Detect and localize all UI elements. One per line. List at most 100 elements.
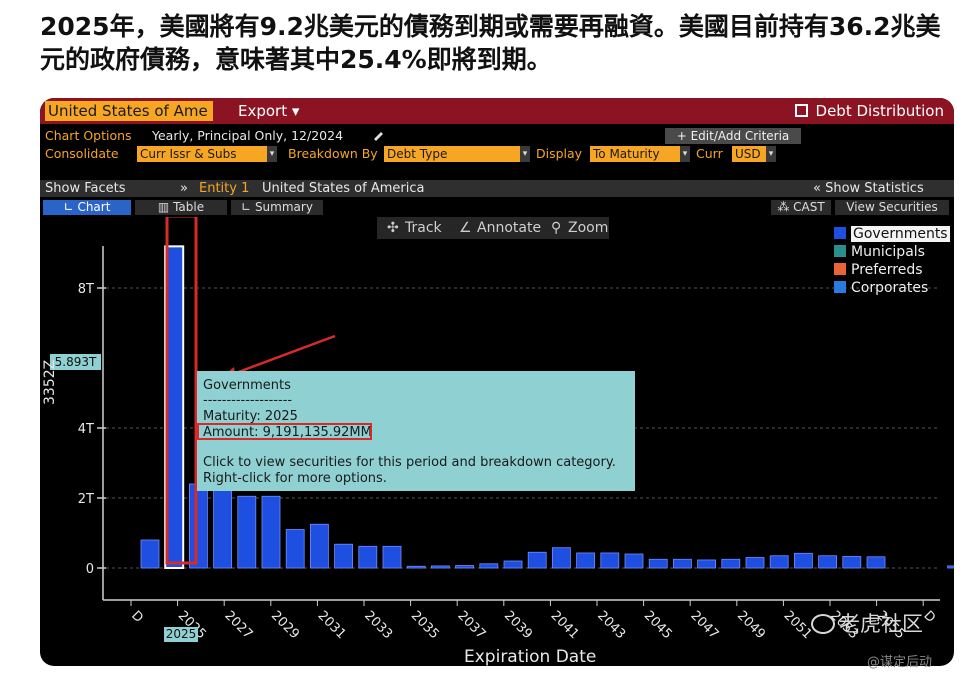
bar-D[interactable] (140, 539, 160, 569)
security-field[interactable]: United States of Ame (45, 101, 213, 121)
bar-2039[interactable] (503, 560, 523, 569)
legend-governments[interactable]: Governments (834, 225, 950, 243)
bar-2046[interactable] (673, 558, 692, 569)
chevron-down-icon: ▾ (766, 146, 776, 162)
display-dropdown[interactable]: To Maturity ▾ (590, 146, 690, 162)
debt-distribution-label: Debt Distribution (815, 102, 944, 120)
x-tick-label: 2035 (408, 608, 442, 642)
y-tick-label: 4T (78, 422, 94, 437)
legend-corporates[interactable]: Corporates (834, 279, 928, 297)
bar-2036[interactable] (430, 565, 450, 569)
show-facets-button[interactable]: Show Facets (45, 181, 125, 197)
bar-tooltip[interactable]: Governments ------------------- Maturity… (197, 371, 635, 491)
bar-2052[interactable] (818, 555, 837, 569)
bar-2032[interactable] (334, 543, 354, 569)
currency-dropdown[interactable]: USD ▾ (732, 146, 776, 162)
x-tick-label: 2039 (501, 608, 535, 642)
view-securities-button[interactable]: View Securities (835, 200, 949, 215)
entity-value: United States of America (262, 181, 425, 196)
bar-2037[interactable] (455, 565, 475, 569)
bar-2033[interactable] (358, 545, 378, 569)
bar-2044[interactable] (624, 553, 644, 569)
legend-swatch (834, 263, 846, 275)
y-tick-label: 8T (78, 282, 94, 297)
chevron-down-icon: ▾ (267, 146, 277, 162)
tab-table[interactable]: ▥ Table (135, 200, 227, 215)
curr-label: Curr (696, 146, 723, 161)
debt-distribution-title[interactable]: Debt Distribution (794, 101, 944, 121)
x-tick-label: 2043 (594, 608, 628, 642)
breakdown-label: Breakdown By (288, 146, 378, 161)
x-tick-label: 2033 (361, 608, 395, 642)
consolidate-value: Curr Issr & Subs (140, 147, 237, 161)
pen-icon[interactable]: ∠ (459, 217, 472, 239)
consolidate-dropdown[interactable]: Curr Issr & Subs ▾ (137, 146, 277, 162)
chart-options-value[interactable]: Yearly, Principal Only, 12/2024 (152, 128, 343, 144)
cast-icon: ⁂ (777, 200, 794, 214)
edit-criteria-button[interactable]: + Edit/Add Criteria (665, 128, 801, 144)
legend-municipals[interactable]: Municipals (834, 243, 925, 261)
bar-2048[interactable] (721, 558, 741, 569)
zoom-icon[interactable]: ⚲ (551, 217, 561, 239)
export-button[interactable]: Export ▾ (238, 101, 299, 121)
bar-2030[interactable] (285, 529, 305, 569)
legend: Governments Municipals Preferreds Corpor… (834, 225, 950, 301)
headline: 2025年，美國將有9.2兆美元的債務到期或需要再融資。美國目前持有36.2兆美… (40, 12, 941, 74)
legend-label: Preferreds (851, 262, 923, 278)
breakdown-dropdown[interactable]: Debt Type ▾ (384, 146, 530, 162)
track-tool[interactable]: Track (405, 217, 442, 239)
bar-2029[interactable] (261, 495, 281, 569)
bar-2035[interactable] (406, 565, 426, 569)
bar-2041[interactable] (552, 547, 571, 569)
cast-label: CAST (793, 200, 825, 214)
show-statistics-button[interactable]: « Show Statistics (813, 181, 924, 197)
pencil-icon[interactable] (372, 129, 384, 141)
bar-2038[interactable] (479, 563, 499, 569)
bar-2027[interactable] (213, 487, 233, 569)
credit: @谋定后动 (867, 655, 933, 670)
x-tick-label: 2037 (454, 608, 488, 642)
x-tick-label: 2047 (687, 608, 721, 642)
x-tick-label: D (128, 608, 146, 626)
display-label: Display (536, 146, 583, 161)
tab-summary[interactable]: ∟ Summary (231, 200, 323, 215)
x-tick-label: 2029 (268, 608, 302, 642)
x-tick-label: 2031 (315, 608, 349, 642)
tiger-logo-icon (811, 614, 835, 634)
chevron-down-icon: ▾ (520, 146, 530, 162)
bar-2040[interactable] (527, 551, 547, 569)
y-axis-label: 3352Z (42, 359, 58, 405)
annotate-tool[interactable]: Annotate (477, 217, 541, 239)
bar-2045[interactable] (648, 558, 668, 569)
chart-tab-icon: ∟ (63, 200, 78, 214)
bloomberg-terminal: United States of Ame Export ▾ Debt Distr… (40, 98, 954, 666)
bar-2049[interactable] (745, 557, 765, 569)
x-tick-label: 2051 (781, 608, 815, 642)
legend-swatch (834, 227, 846, 239)
display-value: To Maturity (593, 147, 660, 161)
bar-2054[interactable] (866, 556, 886, 569)
chevron-down-icon: ▾ (680, 146, 690, 162)
bar-2053[interactable] (842, 556, 862, 569)
bar-2050[interactable] (769, 555, 789, 569)
x-tick-label: 2041 (548, 608, 582, 642)
bar-2034[interactable] (382, 545, 402, 569)
bar-2026[interactable] (188, 483, 208, 569)
bar-2043[interactable] (600, 552, 620, 569)
legend-preferreds[interactable]: Preferreds (834, 261, 923, 279)
zoom-tool[interactable]: Zoom (568, 217, 608, 239)
tab-summary-label: Summary (254, 200, 313, 214)
cast-button[interactable]: ⁂ CAST (771, 200, 831, 215)
tooltip-divider: ------------------- (203, 393, 293, 408)
tab-chart[interactable]: ∟ Chart (43, 200, 131, 215)
table-tab-icon: ▥ (157, 200, 174, 214)
bar-2051[interactable] (794, 552, 813, 569)
facets-arrow-icon[interactable]: » (180, 181, 188, 197)
bar-2031[interactable] (309, 523, 329, 569)
crosshair-icon[interactable]: ✣ (387, 217, 399, 239)
bar-2042[interactable] (576, 552, 595, 569)
bar-2028[interactable] (237, 495, 257, 569)
legend-label: Governments (851, 226, 950, 242)
bar-2047[interactable] (697, 559, 716, 569)
bar-D[interactable] (947, 565, 954, 569)
